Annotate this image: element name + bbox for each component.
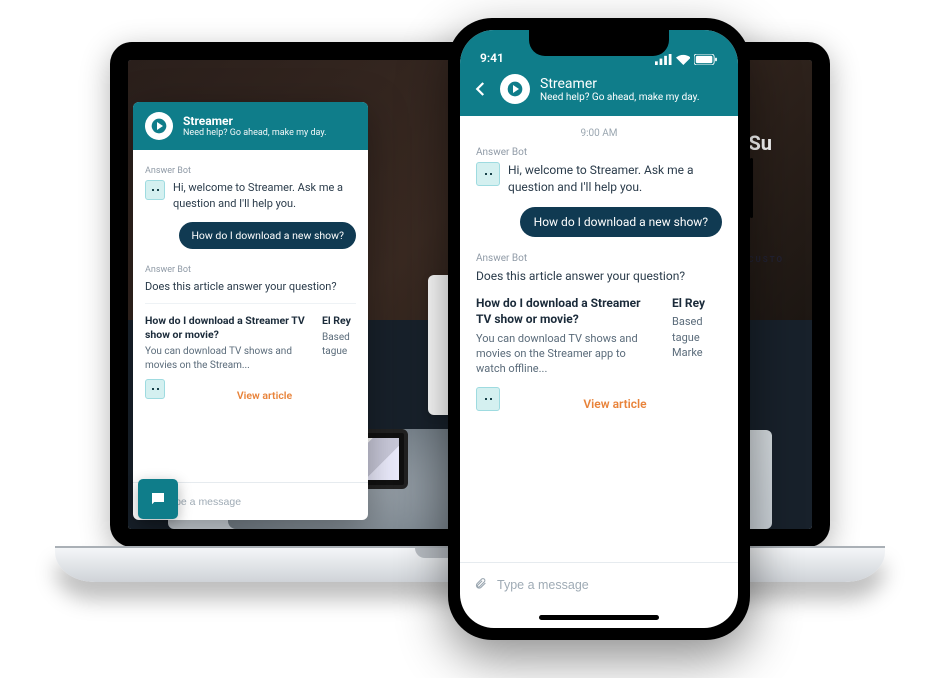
view-article-row: View article <box>476 387 722 415</box>
chat-header: Streamer Need help? Go ahead, make my da… <box>133 102 368 150</box>
phone-chat-body: 9:00 AM Answer Bot Hi, welcome to Stream… <box>460 116 738 562</box>
bot-label: Answer Bot <box>145 166 356 176</box>
status-icons <box>655 54 718 65</box>
article-suggestion-row[interactable]: How do I download a Streamer TV show or … <box>476 295 722 377</box>
article-title-2: El Rey <box>322 314 356 328</box>
cellular-icon <box>655 54 672 65</box>
view-article-link[interactable]: View article <box>508 397 722 411</box>
bot-label-2: Answer Bot <box>145 265 356 275</box>
article-card-1[interactable]: How do I download a Streamer TV show or … <box>476 295 654 377</box>
chat-message-input[interactable] <box>164 496 358 508</box>
attachment-icon[interactable] <box>474 575 487 594</box>
phone-header-text: Streamer Need help? Go ahead, make my da… <box>540 76 700 103</box>
bot-message-row: Hi, welcome to Streamer. Ask me a questi… <box>476 162 722 197</box>
home-indicator[interactable] <box>460 606 738 628</box>
section-label: CUSTO <box>748 255 784 264</box>
bot-avatar-icon <box>476 162 500 186</box>
phone-chat-message-input[interactable] <box>497 578 724 592</box>
chat-launcher-button[interactable] <box>138 479 178 519</box>
article-snippet-2: Based tague Marke <box>672 314 722 360</box>
chat-subtitle: Need help? Go ahead, make my day. <box>183 128 327 138</box>
phone-chat-title: Streamer <box>540 76 700 92</box>
phone-chat-input-bar <box>460 562 738 606</box>
article-card-2[interactable]: El Rey Based tague Marke <box>672 295 722 377</box>
phone-notch <box>529 30 669 56</box>
article-suggestion-row: How do I download a Streamer TV show or … <box>145 303 356 373</box>
phone-device: 9:41 Streamer Need help? Go ahead, make … <box>448 18 750 640</box>
article-title: How do I download a Streamer TV show or … <box>476 295 654 327</box>
article-card-2[interactable]: El Rey Based tague <box>322 314 356 373</box>
thread-timestamp: 9:00 AM <box>476 128 722 139</box>
stage: to Streamer Su we help? CUSTO Troublesho… <box>0 0 951 678</box>
chat-body: Answer Bot Hi, welcome to Streamer. Ask … <box>133 150 368 482</box>
article-title-2: El Rey <box>672 295 722 311</box>
back-chevron-icon[interactable] <box>472 80 490 98</box>
status-time: 9:41 <box>480 51 504 65</box>
user-message-bubble: How do I download a new show? <box>520 207 722 237</box>
bot-followup-text: Does this article answer your question? <box>476 268 722 285</box>
article-snippet: You can download TV shows and movies on … <box>476 331 654 377</box>
bot-welcome-text: Hi, welcome to Streamer. Ask me a questi… <box>508 162 722 197</box>
user-message-bubble: How do I download a new show? <box>179 222 356 249</box>
brand-logo-icon <box>500 74 530 104</box>
chat-widget: Streamer Need help? Go ahead, make my da… <box>133 102 368 520</box>
article-snippet-2: Based tague <box>322 331 356 359</box>
bot-avatar-icon <box>145 379 165 399</box>
phone-screen: 9:41 Streamer Need help? Go ahead, make … <box>460 30 738 628</box>
view-article-row: View article <box>145 379 356 406</box>
chat-header-text: Streamer Need help? Go ahead, make my da… <box>183 114 327 138</box>
battery-icon <box>694 54 718 65</box>
brand-logo-icon <box>145 112 173 140</box>
bot-message-row: Hi, welcome to Streamer. Ask me a questi… <box>145 180 356 212</box>
bot-label: Answer Bot <box>476 147 722 158</box>
wifi-icon <box>676 54 691 65</box>
bot-label-2: Answer Bot <box>476 253 722 264</box>
article-card-1[interactable]: How do I download a Streamer TV show or … <box>145 314 312 373</box>
chat-title: Streamer <box>183 114 327 128</box>
bot-followup-text: Does this article answer your question? <box>145 279 356 295</box>
bot-avatar-icon <box>476 387 500 411</box>
view-article-link[interactable]: View article <box>173 389 356 402</box>
bot-avatar-icon <box>145 180 165 200</box>
article-title: How do I download a Streamer TV show or … <box>145 314 312 342</box>
bot-welcome-text: Hi, welcome to Streamer. Ask me a questi… <box>173 180 356 212</box>
phone-chat-subtitle: Need help? Go ahead, make my day. <box>540 92 700 103</box>
article-snippet: You can download TV shows and movies on … <box>145 345 312 373</box>
phone-chat-header: Streamer Need help? Go ahead, make my da… <box>460 66 738 116</box>
